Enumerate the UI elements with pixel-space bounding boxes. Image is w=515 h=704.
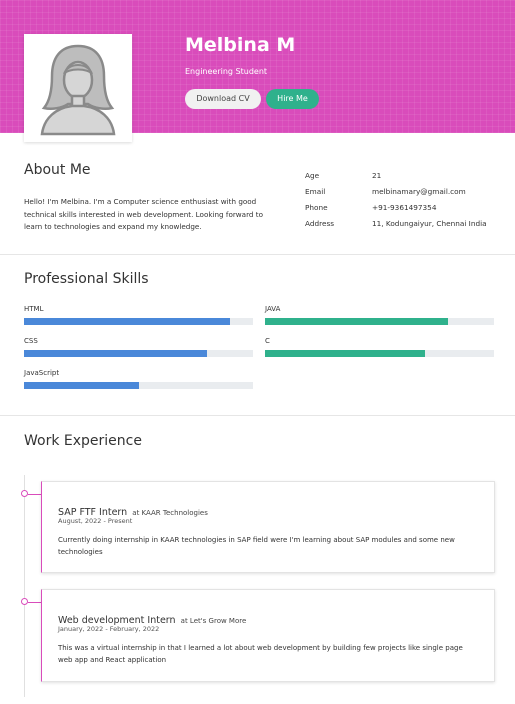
- skill-track: [265, 318, 494, 325]
- skill-bar-fill: [265, 318, 449, 325]
- download-cv-button[interactable]: Download CV: [185, 89, 261, 109]
- timeline-dot: [21, 490, 28, 497]
- timeline-line: [24, 475, 25, 697]
- skill-label: CSS: [24, 337, 38, 345]
- experience-description: This was a virtual internship in that I …: [58, 644, 463, 664]
- skill-label: JavaScript: [24, 369, 60, 377]
- info-label: Email: [305, 187, 326, 196]
- hire-me-button[interactable]: Hire Me: [266, 89, 319, 109]
- experience-dates: January, 2022 - February, 2022: [58, 625, 160, 633]
- info-label: Phone: [305, 203, 328, 212]
- skill-bar-fill: [24, 318, 231, 325]
- experience-company: at Let's Grow More: [180, 617, 247, 625]
- skill-track: [24, 318, 253, 325]
- skill-bar-fill: [265, 350, 426, 357]
- skill-track: [24, 382, 253, 389]
- info-value: 11, Kodungaiyur, Chennai India: [372, 219, 487, 228]
- skill-bar-fill: [24, 350, 208, 357]
- skill-label: HTML: [24, 305, 44, 313]
- info-value: 21: [372, 171, 382, 180]
- skill-track: [265, 350, 494, 357]
- section-divider: [0, 254, 515, 255]
- skill-track: [24, 350, 253, 357]
- profile-role: Engineering Student: [185, 67, 268, 76]
- skills-title: Professional Skills: [24, 271, 149, 287]
- avatar: [24, 34, 132, 142]
- user-avatar-icon: [40, 44, 116, 136]
- about-title: About Me: [24, 162, 91, 178]
- info-value: +91-9361497354: [372, 203, 437, 212]
- experience-description: Currently doing internship in KAAR techn…: [58, 536, 455, 556]
- info-label: Age: [305, 171, 320, 180]
- skill-label: JAVA: [265, 305, 281, 313]
- profile-name: Melbina M: [185, 34, 296, 56]
- info-value[interactable]: melbinamary@gmail.com: [372, 187, 466, 196]
- timeline-connector: [28, 602, 41, 603]
- info-label: Address: [305, 219, 335, 228]
- section-divider: [0, 415, 515, 416]
- about-text: Hello! I'm Melbina. I'm a Computer scien…: [24, 197, 263, 231]
- skill-bar-fill: [24, 382, 139, 389]
- experience-card: SAP FTF Intern at KAAR Technologies Augu…: [41, 481, 495, 573]
- experience-company: at KAAR Technologies: [132, 509, 208, 517]
- experience-title: Work Experience: [24, 433, 142, 449]
- experience-dates: August, 2022 - Present: [58, 517, 133, 525]
- timeline-connector: [28, 494, 41, 495]
- timeline-dot: [21, 598, 28, 605]
- experience-card: Web development Intern at Let's Grow Mor…: [41, 589, 495, 682]
- skill-label: C: [265, 337, 270, 345]
